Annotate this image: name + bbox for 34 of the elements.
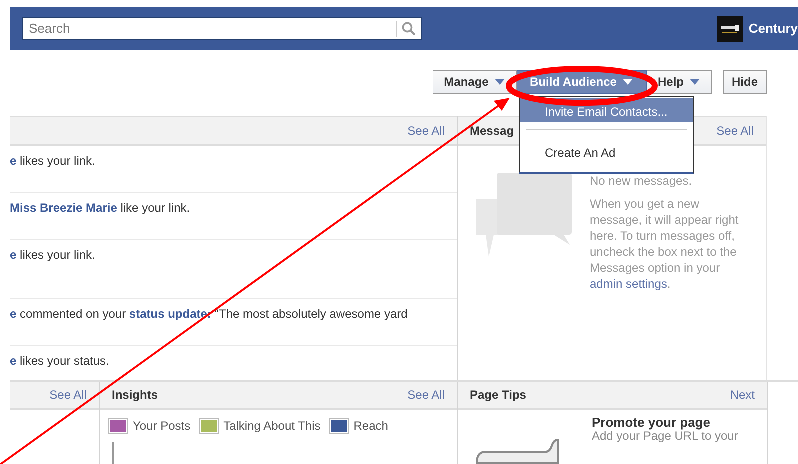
notification-text: e commented on your status update: "The most absolutely awesome yard bbox=[10, 307, 408, 321]
panel-title: Messag bbox=[470, 124, 514, 138]
search-icon[interactable] bbox=[402, 22, 416, 36]
panel-title: Page Tips bbox=[470, 388, 526, 402]
chart-axis bbox=[112, 442, 114, 464]
hide-button[interactable]: Hide bbox=[723, 70, 767, 94]
admin-settings-link[interactable]: admin settings bbox=[590, 277, 668, 291]
caret-icon bbox=[494, 79, 505, 85]
tip-text: Add your Page URL to your bbox=[592, 430, 738, 442]
page-logo-icon[interactable] bbox=[716, 16, 743, 42]
notification-text: Miss Breezie Marie like your link. bbox=[10, 201, 190, 215]
empty-message: No new messages. bbox=[590, 173, 694, 189]
notification-text: e likes your link. bbox=[10, 248, 96, 262]
message-bubbles-icon bbox=[476, 173, 572, 259]
see-all-link[interactable]: See All bbox=[408, 388, 445, 402]
menu-button[interactable]: Manage bbox=[433, 70, 517, 94]
legend-label: Reach bbox=[354, 419, 388, 433]
tip-title: Promote your page bbox=[592, 415, 712, 430]
see-all-link[interactable]: See All bbox=[408, 124, 445, 138]
menu-item[interactable]: Create An Ad bbox=[520, 139, 693, 163]
panel-title: Insights bbox=[112, 388, 158, 402]
page-curl-icon bbox=[476, 439, 560, 464]
search-field[interactable]: Search bbox=[22, 17, 422, 40]
legend-label: Talking About This bbox=[224, 419, 321, 433]
caret-icon bbox=[690, 79, 700, 85]
account-name[interactable]: Century bbox=[748, 21, 798, 36]
see-all-link[interactable]: See All bbox=[716, 124, 754, 138]
legend-label: Your Posts bbox=[133, 419, 191, 433]
notification-text: e likes your status. bbox=[10, 354, 110, 368]
caret-icon bbox=[622, 79, 633, 85]
menu-button[interactable]: Help bbox=[647, 70, 712, 94]
messages-help-text: When you get a new message, it will appear right here. To turn messages off, uncheck the box next to the Messages option in your admin settings. bbox=[590, 196, 740, 292]
notification-text: e likes your link. bbox=[10, 154, 96, 168]
next-link[interactable]: Next bbox=[730, 388, 755, 402]
